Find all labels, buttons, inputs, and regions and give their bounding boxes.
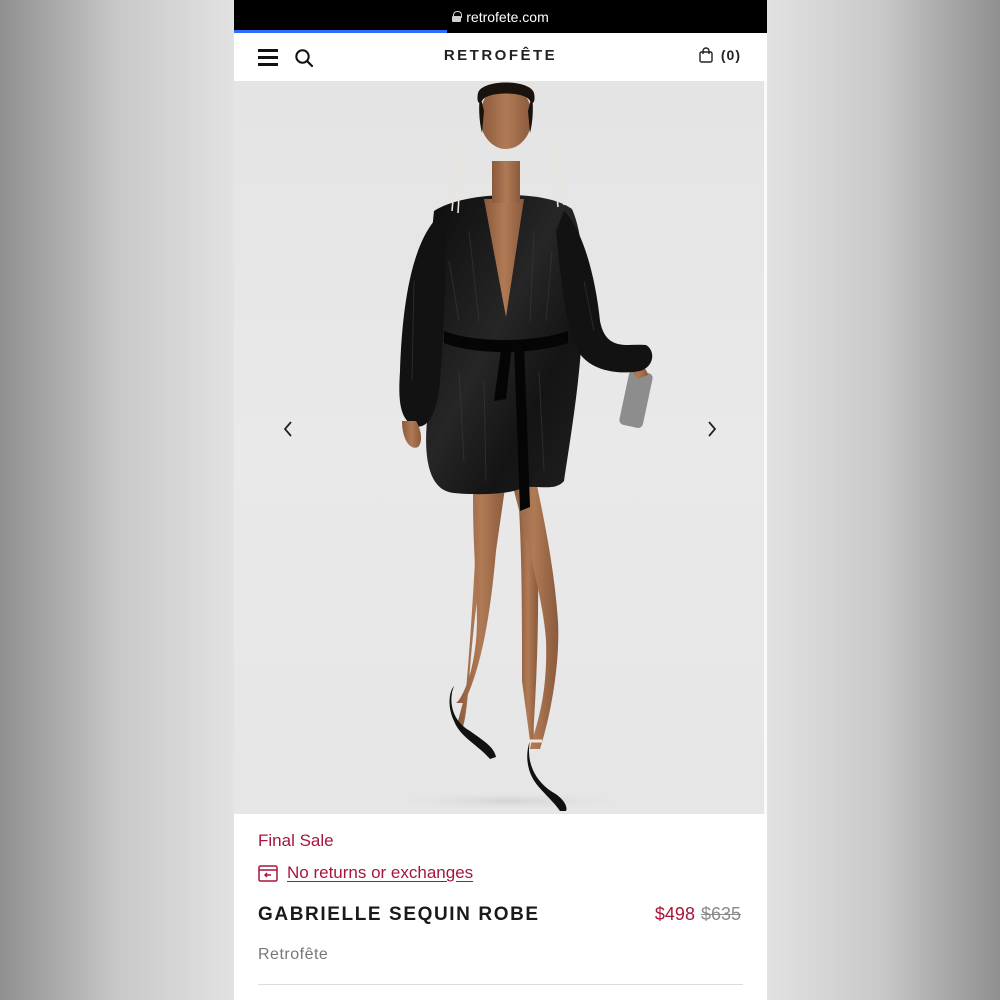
return-box-icon	[258, 864, 278, 882]
product-photo	[379, 82, 653, 811]
next-image-arrow[interactable]	[700, 417, 724, 441]
product-image-gallery[interactable]	[234, 81, 767, 814]
cart-count: (0)	[720, 47, 741, 63]
final-sale-label: Final Sale	[258, 831, 334, 850]
price-group: $498 $635	[655, 904, 741, 925]
cart-button[interactable]: (0)	[699, 47, 741, 63]
returns-link-text[interactable]: No returns or exchanges	[287, 863, 473, 883]
site-header: RETROFÊTE (0)	[234, 33, 767, 81]
lock-icon	[452, 11, 463, 22]
divider	[258, 984, 743, 985]
previous-image-arrow[interactable]	[276, 417, 300, 441]
original-price: $635	[700, 904, 741, 924]
brand-logo[interactable]: RETROFÊTE	[234, 47, 767, 64]
address-bar[interactable]: retrofete.com	[234, 0, 767, 33]
mobile-browser: retrofete.com RETROFÊTE (0) Final Sale N…	[234, 0, 767, 1000]
product-brand[interactable]: Retrofête	[258, 946, 328, 964]
returns-policy-link[interactable]: No returns or exchanges	[258, 863, 473, 883]
chevron-left-icon	[283, 421, 292, 437]
shopping-bag-icon	[699, 47, 713, 63]
product-title: GABRIELLE SEQUIN ROBE	[258, 904, 540, 925]
gallery-edge	[764, 81, 767, 814]
url-text: retrofete.com	[466, 8, 549, 25]
sale-price: $498	[654, 904, 695, 924]
product-info: Final Sale No returns or exchanges GABRI…	[234, 814, 767, 1000]
chevron-right-icon	[708, 421, 717, 437]
